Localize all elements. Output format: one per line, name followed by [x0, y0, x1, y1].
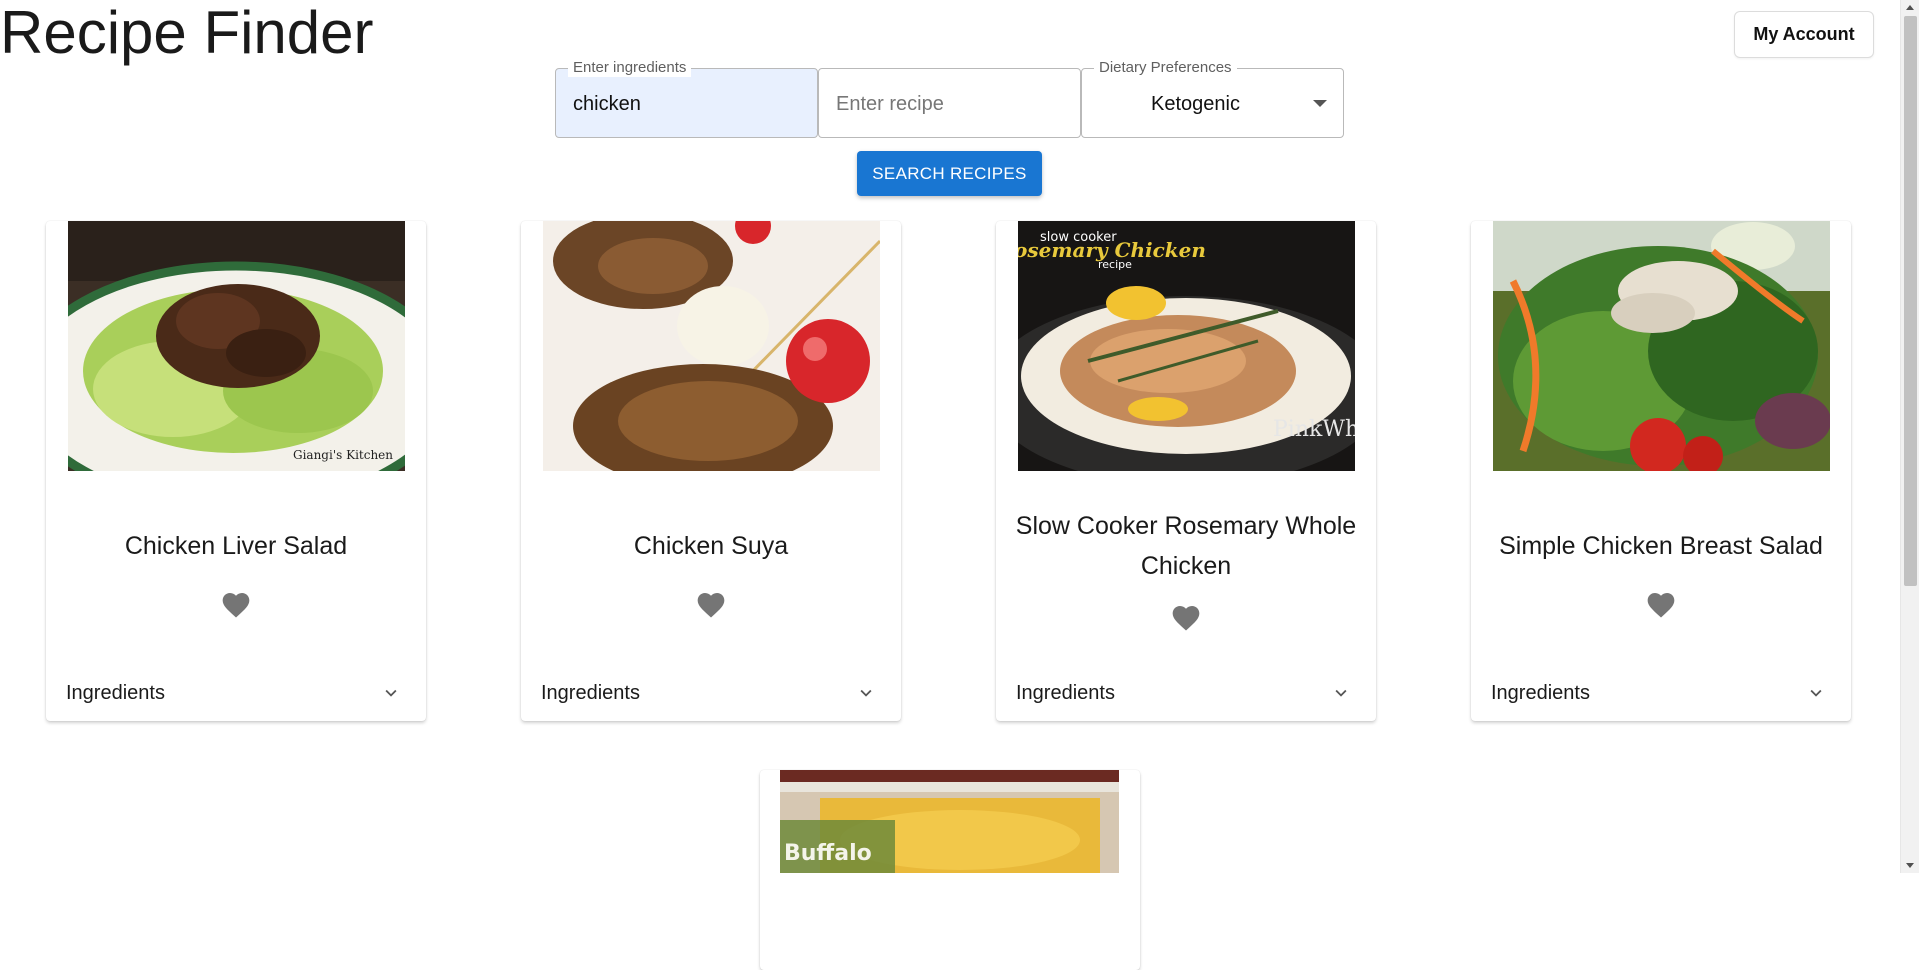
ingredients-field-label: Enter ingredients	[568, 59, 692, 77]
favorite-button[interactable]	[1645, 589, 1677, 621]
buffalo-chicken-photo: Buffalo	[780, 770, 1119, 873]
dietary-preferences-select[interactable]: Dietary Preferences Ketogenic	[1081, 59, 1344, 138]
chevron-down-icon	[1330, 682, 1352, 704]
chevron-down-icon	[855, 682, 877, 704]
recipe-card: Simple Chicken Breast Salad Ingredients	[1471, 221, 1851, 721]
chicken-breast-salad-photo	[1493, 221, 1830, 471]
my-account-button[interactable]: My Account	[1734, 11, 1874, 58]
recipe-field[interactable]	[818, 68, 1081, 138]
chevron-down-icon	[1805, 682, 1827, 704]
recipe-input[interactable]	[836, 89, 1066, 119]
image-caption-main: Buffalo	[784, 841, 872, 866]
dietary-preferences-value: Ketogenic	[1151, 93, 1240, 115]
recipe-image[interactable]	[543, 221, 880, 471]
recipe-image[interactable]: Giangi's Kitchen	[68, 221, 405, 471]
ingredients-accordion[interactable]: Ingredients	[996, 666, 1376, 721]
heart-icon	[222, 593, 250, 618]
ingredients-field[interactable]: Enter ingredients	[555, 59, 818, 138]
favorite-button[interactable]	[220, 589, 252, 621]
recipe-image[interactable]: slow cooker osemary Chicken recipe PinkW…	[1018, 221, 1355, 471]
recipe-title: Slow Cooker Rosemary Whole Chicken	[1015, 512, 1357, 580]
ingredients-label: Ingredients	[1016, 682, 1115, 704]
recipe-card: Buffalo	[760, 770, 1140, 970]
search-recipes-button[interactable]: SEARCH RECIPES	[857, 151, 1042, 196]
ingredients-label: Ingredients	[66, 682, 165, 704]
recipe-card: slow cooker osemary Chicken recipe PinkW…	[996, 221, 1376, 721]
dietary-preferences-label: Dietary Preferences	[1094, 59, 1237, 77]
dropdown-caret-icon	[1313, 100, 1327, 107]
chicken-suya-photo	[543, 221, 880, 471]
favorite-button[interactable]	[1170, 602, 1202, 634]
ingredients-accordion[interactable]: Ingredients	[46, 666, 426, 721]
app-title: Recipe Finder	[0, 0, 374, 66]
heart-icon	[1647, 593, 1675, 618]
recipe-title: Chicken Suya	[633, 532, 789, 560]
ingredients-accordion[interactable]: Ingredients	[1471, 666, 1851, 721]
heart-icon	[697, 593, 725, 618]
recipe-title: Simple Chicken Breast Salad	[1499, 532, 1823, 560]
ingredients-accordion[interactable]: Ingredients	[521, 666, 901, 721]
image-caption-sub: recipe	[1098, 258, 1132, 271]
chicken-liver-salad-photo: Giangi's Kitchen	[68, 221, 405, 471]
recipe-image[interactable]: Buffalo	[780, 770, 1119, 873]
recipe-title: Chicken Liver Salad	[124, 532, 348, 560]
image-watermark: Giangi's Kitchen	[293, 448, 393, 462]
image-watermark: PinkWh	[1273, 417, 1355, 442]
recipe-card: Giangi's Kitchen Chicken Liver Salad Ing…	[46, 221, 426, 721]
chevron-down-icon	[380, 682, 402, 704]
slow-cooker-chicken-photo: slow cooker osemary Chicken recipe PinkW…	[1018, 221, 1355, 471]
scroll-down-icon[interactable]	[1906, 863, 1914, 868]
ingredients-label: Ingredients	[541, 682, 640, 704]
page-scrollbar[interactable]	[1900, 0, 1919, 873]
recipe-card: Chicken Suya Ingredients	[521, 221, 901, 721]
ingredients-label: Ingredients	[1491, 682, 1590, 704]
heart-icon	[1172, 606, 1200, 631]
favorite-button[interactable]	[695, 589, 727, 621]
scrollbar-thumb[interactable]	[1904, 16, 1917, 586]
recipe-image[interactable]	[1493, 221, 1830, 471]
ingredients-input[interactable]	[573, 89, 803, 119]
scroll-up-icon[interactable]	[1906, 5, 1914, 10]
